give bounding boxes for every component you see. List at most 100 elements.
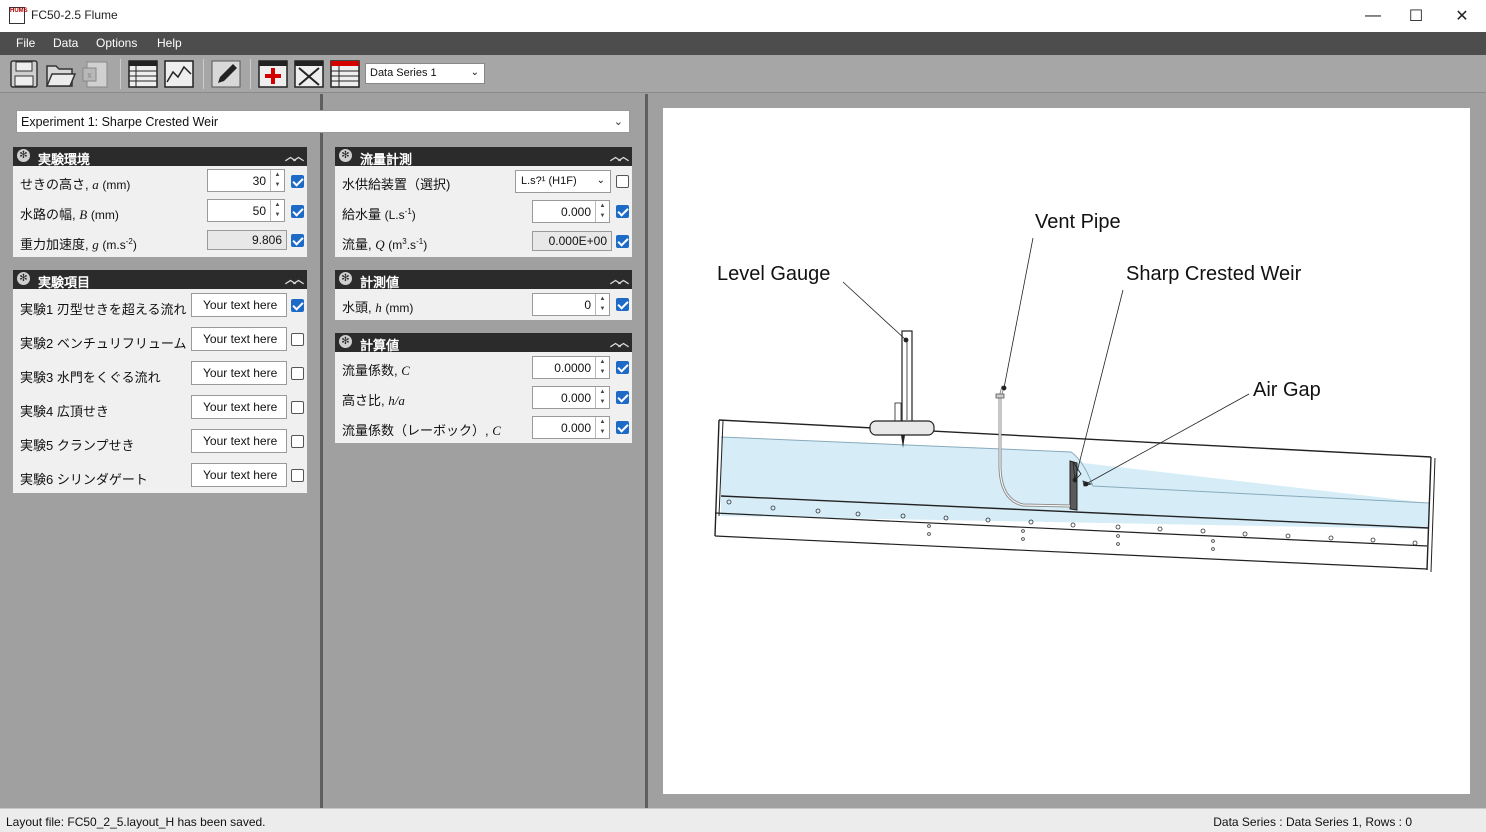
head-checkbox[interactable] [616,298,629,311]
gear-icon: ✻ [17,149,30,162]
collapse-icon[interactable]: ︿︿ [285,148,304,164]
experiment-5-checkbox[interactable] [291,435,304,448]
experiment-2-text[interactable]: Your text here [191,327,287,351]
experiment-6-checkbox[interactable] [291,469,304,482]
head-input[interactable]: 0 ▲ ▼ [532,293,610,316]
feed-rate-input[interactable]: 0.000 ▲ ▼ [532,200,610,223]
row-label: 水供給装置（選択) [342,177,451,192]
close-button[interactable]: ✕ [1439,0,1485,32]
experiment-4-text[interactable]: Your text here [191,395,287,419]
experiment-items-panel-header[interactable]: ✻ 実験項目 ︿︿ [13,270,307,290]
channel-end-left [714,419,720,537]
experiment-3-text[interactable]: Your text here [191,361,287,385]
pencil-icon[interactable] [210,58,242,90]
toolbar-separator [250,59,251,89]
menu-help[interactable]: Help [157,36,182,50]
experiment-items-panel: ✻ 実験項目 ︿︿ 実験1 刃型せきを超える流れ Your text here … [13,270,307,493]
panel-title: 実験環境 [38,152,91,167]
flow-measurement-panel: ✻ 流量計測 ︿︿ 水供給装置（選択) L.s?¹ (H1F) ⌄ 給水量 (L… [335,147,632,257]
experiment-2-checkbox[interactable] [291,333,304,346]
experiment-1-text[interactable]: Your text here [191,293,287,317]
chevron-down-icon: ⌄ [596,175,605,186]
feed-rate-checkbox[interactable] [616,205,629,218]
calculated-values-panel-header[interactable]: ✻ 計算値 ︿︿ [335,333,632,353]
save-icon[interactable] [8,58,40,90]
collapse-icon[interactable]: ︿︿ [610,148,629,164]
experiment-select[interactable]: Experiment 1: Sharpe Crested Weir ⌄ [16,110,630,133]
collapse-icon[interactable]: ︿︿ [610,271,629,287]
feed-rate-row: 給水量 (L.s-1) 0.000 ▲ ▼ [335,197,632,227]
spinner-icon[interactable]: ▲ ▼ [595,417,609,438]
experiment-3-checkbox[interactable] [291,367,304,380]
flow-measurement-panel-header[interactable]: ✻ 流量計測 ︿︿ [335,147,632,167]
experiment-item-4: 実験4 広頂せき Your text here [13,393,307,427]
maximize-button[interactable]: ☐ [1393,0,1439,32]
row-label: 流量, Q (m3.s-1) [342,237,428,252]
height-ratio-input[interactable]: 0.000 ▲ ▼ [532,386,610,409]
discharge-coefficient-checkbox[interactable] [616,361,629,374]
row-label: 給水量 (L.s-1) [342,207,416,222]
panel-title: 計算値 [360,338,400,353]
experiment-item-2: 実験2 ベンチュリフリューム Your text here [13,325,307,359]
chart-view-icon[interactable] [163,58,195,90]
water-supply-select[interactable]: L.s?¹ (H1F) ⌄ [515,170,611,193]
spinner-icon[interactable]: ▲ ▼ [270,170,284,191]
weir-height-input[interactable]: 30 ▲ ▼ [207,169,285,192]
collapse-icon[interactable]: ︿︿ [610,334,629,350]
excel-export-icon[interactable]: x [80,58,112,90]
spinner-icon[interactable]: ▲ ▼ [270,200,284,221]
experiment-6-text[interactable]: Your text here [191,463,287,487]
row-label: 流量係数（レーボック）, C [342,423,501,438]
add-row-icon[interactable] [257,58,289,90]
row-label: 実験5 クランプせき [20,438,135,453]
rehbock-coefficient-input[interactable]: 0.000 ▲ ▼ [532,416,610,439]
row-label: 実験6 シリンダゲート [20,472,148,487]
collapse-icon[interactable]: ︿︿ [285,271,304,287]
weir-height-checkbox[interactable] [291,175,304,188]
water-supply-checkbox[interactable] [616,175,629,188]
panel-splitter[interactable] [320,94,323,808]
open-folder-icon[interactable] [44,58,76,90]
menu-options[interactable]: Options [96,36,137,50]
measured-values-panel-header[interactable]: ✻ 計測値 ︿︿ [335,270,632,290]
panel-title: 計測値 [360,275,400,290]
svg-text:x: x [87,70,92,80]
experiment-1-checkbox[interactable] [291,299,304,312]
menu-bar: File Data Options Help [0,32,1486,55]
rehbock-coefficient-checkbox[interactable] [616,421,629,434]
panel-splitter[interactable] [645,94,648,808]
discharge-coefficient-input[interactable]: 0.0000 ▲ ▼ [532,356,610,379]
chevron-down-icon: ⌄ [470,67,479,78]
height-ratio-checkbox[interactable] [616,391,629,404]
delete-row-icon[interactable] [293,58,325,90]
flow-rate-checkbox[interactable] [616,235,629,248]
spinner-icon[interactable]: ▲ ▼ [595,357,609,378]
menu-data[interactable]: Data [53,36,78,50]
row-label: 高さ比, h/a [342,393,405,408]
channel-width-input[interactable]: 50 ▲ ▼ [207,199,285,222]
env-row-channel-width: 水路の幅, B (mm) 50 ▲ ▼ [13,197,307,227]
label-level-gauge: Level Gauge [717,263,830,285]
calculated-values-panel: ✻ 計算値 ︿︿ 流量係数, C 0.0000 ▲ ▼ 高さ比, h/a 0.00… [335,333,632,443]
minimize-button[interactable]: — [1350,0,1396,32]
environment-panel-header[interactable]: ✻ 実験環境 ︿︿ [13,147,307,167]
data-series-select[interactable]: Data Series 1 ⌄ [365,63,485,84]
status-message: Layout file: FC50_2_5.layout_H has been … [6,815,266,829]
table-view-icon[interactable] [127,58,159,90]
experiment-4-checkbox[interactable] [291,401,304,414]
spinner-icon[interactable]: ▲ ▼ [595,387,609,408]
gravity-checkbox[interactable] [291,234,304,247]
status-series-info: Data Series : Data Series 1, Rows : 0 [1213,815,1412,829]
spinner-icon[interactable]: ▲ ▼ [595,201,609,222]
gear-icon: ✻ [339,272,352,285]
panel-title: 実験項目 [38,275,91,290]
label-air-gap: Air Gap [1253,379,1321,401]
menu-file[interactable]: File [16,36,35,50]
rehbock-coefficient-row: 流量係数（レーボック）, C 0.000 ▲ ▼ [335,413,632,443]
table-settings-icon[interactable] [329,58,361,90]
experiment-item-1: 実験1 刃型せきを超える流れ Your text here [13,291,307,325]
experiment-5-text[interactable]: Your text here [191,429,287,453]
row-label: 水頭, h (mm) [342,300,414,315]
channel-width-checkbox[interactable] [291,205,304,218]
spinner-icon[interactable]: ▲ ▼ [595,294,609,315]
